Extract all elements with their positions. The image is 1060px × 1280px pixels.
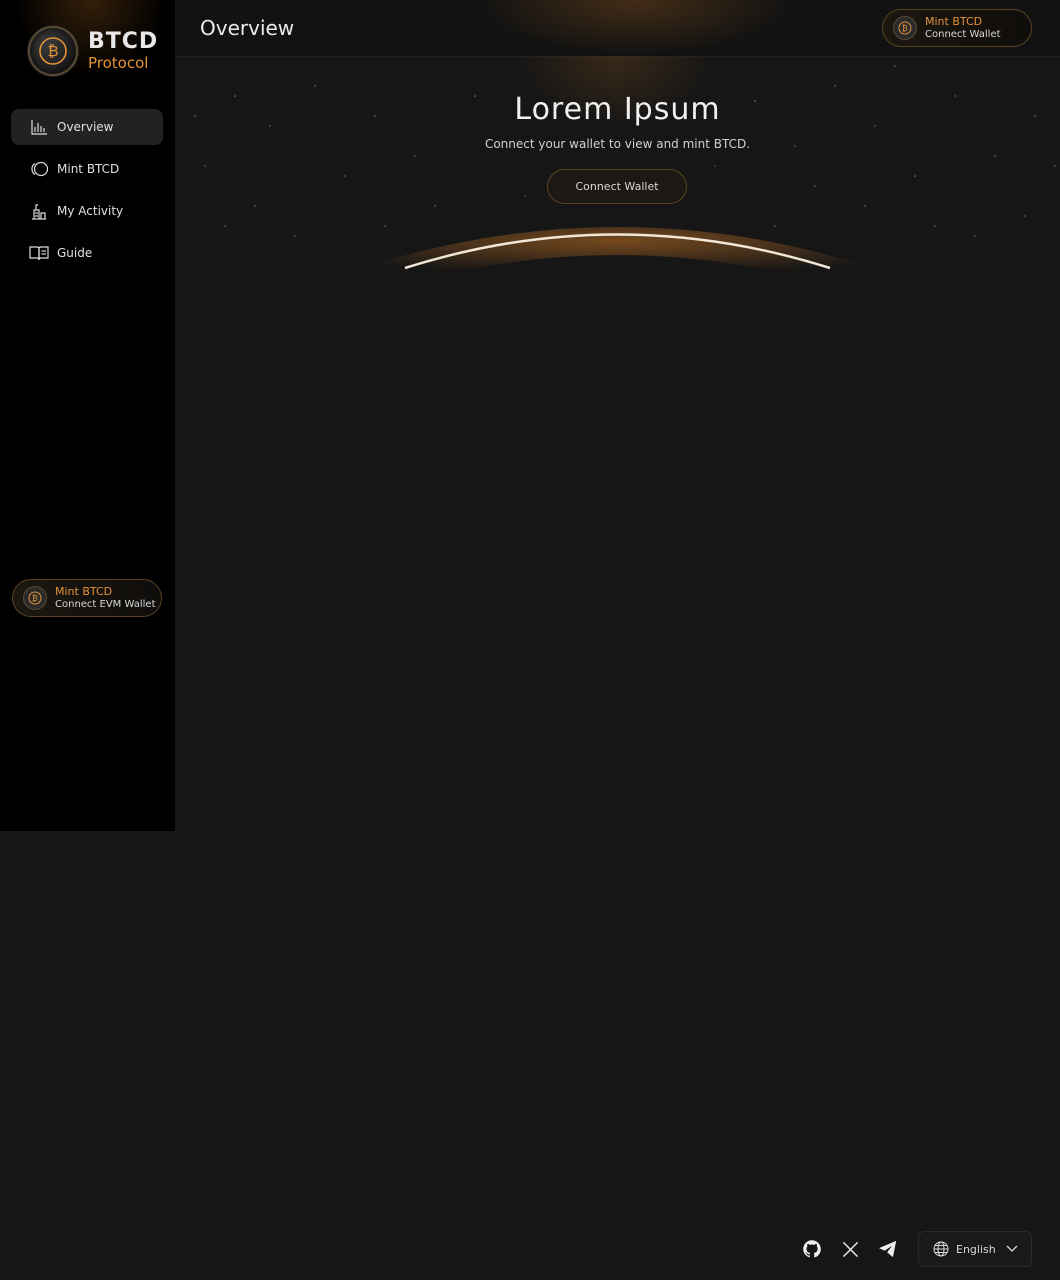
hero-title: Lorem Ipsum [514,92,721,127]
chevron-down-icon [1006,1245,1018,1252]
svg-text:₿: ₿ [32,594,38,603]
bitcoin-coin-icon: ₿ [28,26,78,76]
activity-icon [29,201,49,221]
bar-chart-icon [29,117,49,137]
coins-icon [29,159,49,179]
page-title: Overview [200,16,295,40]
language-selector[interactable]: English [918,1231,1032,1267]
language-label: English [956,1242,996,1256]
github-icon[interactable] [800,1237,824,1261]
book-icon [29,243,49,263]
bitcoin-coin-icon: ₿ [23,586,47,610]
hero-section: Lorem Ipsum Connect your wallet to view … [175,56,1060,356]
mint-title: Mint BTCD [55,584,113,598]
telegram-icon[interactable] [876,1237,900,1261]
sidebar: ₿ BTCD Protocol Overview Mint BTCD My Ac… [0,0,175,831]
sidebar-mint-button[interactable]: ₿ Mint BTCD Connect EVM Wallet [12,579,162,617]
sidebar-nav: Overview Mint BTCD My Activity Guide [11,109,163,277]
svg-text:₿: ₿ [902,24,908,33]
brand-title: BTCD [88,29,159,54]
bitcoin-coin-icon: ₿ [893,16,917,40]
mint-title: Mint BTCD [925,14,983,28]
sidebar-item-my-activity[interactable]: My Activity [11,193,163,229]
globe-icon [933,1241,949,1257]
mint-subtitle: Connect Wallet [925,28,1001,40]
sidebar-item-label: Mint BTCD [57,162,120,176]
sidebar-item-overview[interactable]: Overview [11,109,163,145]
sidebar-item-mint-btcd[interactable]: Mint BTCD [11,151,163,187]
sidebar-item-guide[interactable]: Guide [11,235,163,271]
sidebar-item-label: Overview [57,120,114,134]
hero-subtitle: Connect your wallet to view and mint BTC… [484,137,751,151]
mint-subtitle: Connect EVM Wallet [55,598,156,610]
brand-subtitle: Protocol [88,54,149,72]
x-icon[interactable] [838,1237,862,1261]
header-mint-button[interactable]: ₿ Mint BTCD Connect Wallet [882,9,1032,47]
connect-wallet-button[interactable]: Connect Wallet [547,169,687,204]
sidebar-item-label: My Activity [57,204,124,218]
svg-text:₿: ₿ [47,42,58,60]
sidebar-item-label: Guide [57,246,93,260]
brand-logo[interactable]: ₿ BTCD Protocol [28,26,158,76]
